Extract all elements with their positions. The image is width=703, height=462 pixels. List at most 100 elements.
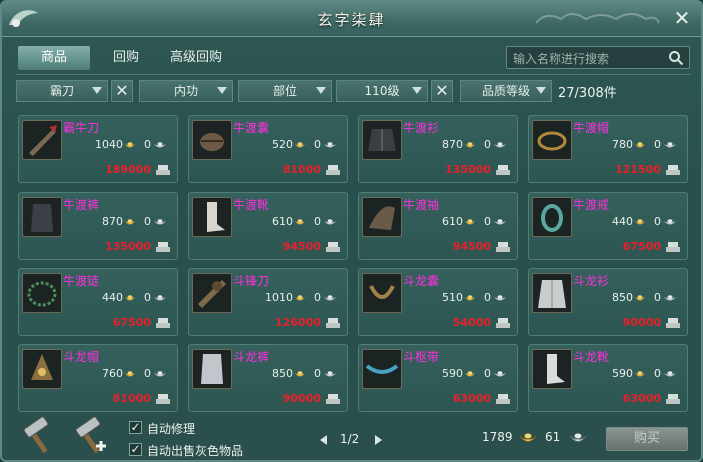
item-card[interactable]: 斗龙裤 850 0 90000 [188, 344, 348, 412]
item-card[interactable]: 牛渡链 440 0 67500 [18, 268, 178, 336]
item-coin-price: 0 [144, 215, 151, 228]
gold-ingot-icon [635, 142, 645, 148]
silver-ingot-icon [324, 295, 336, 301]
item-cost-row: 760 0 [63, 367, 169, 381]
item-bind-price: 1040 [95, 138, 123, 151]
silver-bars-icon [496, 165, 510, 175]
item-sell-price: 90000 [622, 316, 661, 329]
silver-bars-icon [666, 165, 680, 175]
silver-bars-icon [326, 318, 340, 328]
gold-ingot-icon [635, 371, 645, 377]
item-card[interactable]: 斗龙靴 590 0 63000 [528, 344, 688, 412]
clear-weapon-filter-button[interactable]: ✕ [111, 80, 133, 102]
item-coin-price: 0 [484, 215, 491, 228]
item-coin-price: 0 [654, 291, 661, 304]
gold-ingot-icon [295, 295, 305, 301]
silver-ingot-icon [664, 142, 676, 148]
item-name: 斗龙衫 [573, 274, 610, 288]
silver-ingot-icon [324, 219, 336, 225]
item-card[interactable]: 牛渡衫 870 0 135000 [358, 115, 518, 183]
tab-advanced-buyback[interactable]: 高级回购 [160, 46, 232, 70]
auto-repair-label: 自动修理 [147, 422, 196, 436]
item-icon [362, 197, 402, 237]
title-bar[interactable]: 玄字柒肆 ✕ [2, 2, 701, 37]
quality-filter-dropdown[interactable]: 品质等级 [460, 80, 552, 102]
repair-all-hammer-icon[interactable] [70, 416, 110, 456]
item-card[interactable]: 牛渡靴 610 0 94500 [188, 192, 348, 260]
item-name: 牛渡链 [63, 274, 100, 288]
item-card[interactable]: 斗龙囊 510 0 54000 [358, 268, 518, 336]
silver-ingot-icon [324, 142, 336, 148]
item-card[interactable]: 霸牛刀 1040 0 189000 [18, 115, 178, 183]
item-cost-row: 610 0 [233, 215, 339, 229]
item-name: 牛渡裤 [63, 198, 100, 212]
close-button[interactable]: ✕ [672, 8, 692, 28]
item-card[interactable]: 斗龙帽 760 0 81000 [18, 344, 178, 412]
gold-ingot-icon [465, 371, 475, 377]
item-sell-price: 67500 [622, 240, 661, 253]
item-name: 牛渡靴 [233, 198, 270, 212]
item-sell-price: 63000 [622, 392, 661, 405]
skill-filter-dropdown[interactable]: 内功 [139, 80, 233, 102]
auto-repair-checkbox[interactable]: ✓ [129, 421, 142, 434]
item-name: 斗枢带 [403, 350, 440, 364]
item-icon [532, 197, 572, 237]
next-page-button[interactable] [375, 435, 382, 445]
gold-amount: 1789 [482, 430, 513, 444]
item-cost-row: 520 0 [233, 138, 339, 152]
search-icon[interactable] [668, 50, 684, 66]
item-icon [362, 349, 402, 389]
item-card[interactable]: 牛渡戒 440 0 67500 [528, 192, 688, 260]
item-card[interactable]: 牛渡袖 610 0 94500 [358, 192, 518, 260]
chevron-down-icon [536, 87, 546, 94]
silver-bars-icon [156, 165, 170, 175]
item-coin-price: 0 [654, 367, 661, 380]
item-name: 牛渡戒 [573, 198, 610, 212]
silver-ingot-icon [569, 433, 587, 442]
auto-sell-gray-checkbox[interactable]: ✓ [129, 443, 142, 456]
item-name: 牛渡袖 [403, 198, 440, 212]
item-icon [532, 273, 572, 313]
slot-filter-dropdown[interactable]: 部位 [238, 80, 332, 102]
silver-amount: 61 [545, 430, 561, 444]
level-filter-dropdown[interactable]: 110级 [336, 80, 428, 102]
item-sell-price: 189000 [105, 163, 151, 176]
item-coin-price: 0 [314, 367, 321, 380]
item-sell-price: 67500 [112, 316, 151, 329]
gold-ingot-icon [125, 371, 135, 377]
repair-hammer-icon[interactable] [18, 416, 58, 456]
silver-bars-icon [326, 394, 340, 404]
gold-ingot-icon [295, 371, 305, 377]
prev-page-button[interactable] [320, 435, 327, 445]
weapon-filter-dropdown[interactable]: 霸刀 [16, 80, 108, 102]
item-sell-price: 63000 [452, 392, 491, 405]
item-sell-price: 54000 [452, 316, 491, 329]
item-card[interactable]: 斗锋刀 1010 0 126000 [188, 268, 348, 336]
item-coin-price: 0 [314, 215, 321, 228]
item-card[interactable]: 牛渡帽 780 0 121500 [528, 115, 688, 183]
item-coin-price: 0 [484, 138, 491, 151]
item-name: 牛渡帽 [573, 121, 610, 135]
item-card[interactable]: 牛渡裤 870 0 135000 [18, 192, 178, 260]
buy-button[interactable]: 购买 [606, 427, 688, 451]
item-card[interactable]: 牛渡囊 520 0 81000 [188, 115, 348, 183]
item-sell-price: 135000 [105, 240, 151, 253]
clear-level-filter-button[interactable]: ✕ [431, 80, 453, 102]
item-icon [532, 349, 572, 389]
tab-goods[interactable]: 商品 [18, 46, 90, 70]
gold-ingot-icon [465, 219, 475, 225]
tab-buyback[interactable]: 回购 [94, 46, 158, 70]
item-coin-price: 0 [314, 291, 321, 304]
item-bind-price: 1010 [265, 291, 293, 304]
silver-bars-icon [666, 318, 680, 328]
item-sell-price: 81000 [282, 163, 321, 176]
item-sell-price: 81000 [112, 392, 151, 405]
silver-ingot-icon [494, 295, 506, 301]
item-card[interactable]: 斗枢带 590 0 63000 [358, 344, 518, 412]
auto-sell-gray-label: 自动出售灰色物品 [147, 444, 244, 458]
item-card[interactable]: 斗龙衫 850 0 90000 [528, 268, 688, 336]
silver-ingot-icon [664, 219, 676, 225]
item-cost-row: 870 0 [63, 215, 169, 229]
item-icon [192, 120, 232, 160]
search-input[interactable] [511, 49, 665, 68]
